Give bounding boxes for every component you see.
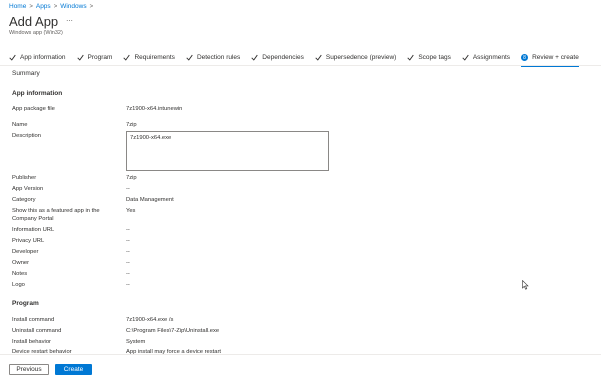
field-label: Install behavior [12,339,51,345]
previous-button[interactable]: Previous [9,364,49,375]
field-row-developer: Developer -- [12,248,342,256]
page-subtitle: Windows app (Win32) [9,30,63,36]
page-title: Add App [9,14,59,29]
field-label: Notes [12,271,28,277]
field-row-owner: Owner -- [12,259,342,267]
field-label: Logo [12,282,25,288]
breadcrumb: Home > Apps > Windows > [9,3,93,10]
field-label: Publisher [12,175,37,181]
step-label: Scope tags [418,54,451,61]
checkmark-icon [251,54,258,61]
field-label: Install command [12,317,55,323]
step-label: Review + create [532,54,579,61]
step-label: Requirements [134,54,175,61]
checkmark-icon [315,54,322,61]
step-detection-rules[interactable]: Detection rules [186,52,240,63]
field-label: Information URL [12,227,55,233]
step-label: Supersedence (preview) [325,54,397,61]
field-value: -- [126,186,130,192]
more-options-icon[interactable]: ... [66,14,73,23]
field-row-install-command: Install command 7z1900-x64.exe /s [12,316,342,324]
field-row-version: App Version -- [12,185,342,193]
field-value: -- [126,282,130,288]
field-row-uninstall-command: Uninstall command C:\Program Files\7-Zip… [12,327,342,335]
create-button[interactable]: Create [55,364,92,375]
step-number-badge: 8 [521,54,529,61]
field-value: Yes [126,208,136,214]
checkmark-icon [462,54,469,61]
field-row-notes: Notes -- [12,270,342,278]
field-row-featured: Show this as a featured app in the Compa… [12,207,342,223]
field-row-package: App package file 7z1900-x64.intunewin [12,105,342,113]
field-label: Name [12,122,28,128]
field-row-publisher: Publisher 7zip [12,174,342,182]
field-row-category: Category Data Management [12,196,342,204]
checkmark-icon [76,54,84,61]
field-label: Description [12,133,41,139]
breadcrumb-home[interactable]: Home [9,3,26,10]
step-app-information[interactable]: App information [9,52,66,63]
checkmark-icon [9,54,16,61]
step-requirements[interactable]: Requirements [123,52,175,63]
field-label: Category [12,197,36,203]
program-heading: Program [12,300,39,307]
breadcrumb-apps[interactable]: Apps [36,3,51,10]
mouse-cursor-icon [522,280,529,290]
field-value: -- [126,238,130,244]
checkmark-icon [407,54,414,61]
field-value: -- [126,260,130,266]
step-label: Detection rules [196,54,241,61]
field-value: 7z1900-x64.intunewin [126,106,183,112]
chevron-right-icon: > [89,3,94,10]
field-label: App package file [12,106,55,112]
footer-bar: Previous Create [0,354,601,379]
field-value: Data Management [126,197,174,203]
field-label: Show this as a featured app in the Compa… [12,208,100,222]
breadcrumb-windows[interactable]: Windows [60,3,86,10]
field-value: C:\Program Files\7-Zip\Uninstall.exe [126,328,220,334]
chevron-right-icon: > [29,3,33,10]
step-label: App information [20,54,66,61]
step-review-create[interactable]: 8 Review + create [521,52,579,67]
field-label: Uninstall command [12,328,62,334]
step-label: Assignments [472,54,511,61]
step-supersedence[interactable]: Supersedence (preview) [315,52,396,63]
field-value: -- [126,271,130,277]
app-information-heading: App information [12,90,63,97]
field-row-information-url: Information URL -- [12,226,342,234]
field-row-privacy-url: Privacy URL -- [12,237,342,245]
field-row-name: Name 7zip [12,121,342,129]
field-label: Privacy URL [12,238,45,244]
field-value: 7zip [126,122,137,128]
step-assignments[interactable]: Assignments [462,52,510,63]
field-label: Owner [12,260,30,266]
step-program[interactable]: Program [76,52,113,63]
step-dependencies[interactable]: Dependencies [251,52,304,63]
field-label: Developer [12,249,39,255]
checkmark-icon [186,54,193,61]
field-value: -- [126,227,130,233]
field-row-logo: Logo -- [12,281,342,289]
field-value: 7z1900-x64.exe /s [126,317,174,323]
step-scope-tags[interactable]: Scope tags [407,52,451,63]
description-textbox[interactable]: 7z1900-x64.exe [126,131,329,171]
title-row: Add App ... [9,14,73,29]
field-row-install-behavior: Install behavior System [12,338,342,346]
step-label: Program [87,54,113,61]
wizard-steps: App information Program Requirements Det… [9,52,590,67]
checkmark-icon [123,54,131,61]
summary-heading: Summary [12,70,40,77]
field-value: -- [126,249,130,255]
steps-divider [0,65,601,66]
field-value: System [126,339,146,345]
step-label: Dependencies [262,54,304,61]
field-label: App Version [12,186,44,192]
field-value: 7zip [126,175,137,181]
chevron-right-icon: > [53,3,58,10]
